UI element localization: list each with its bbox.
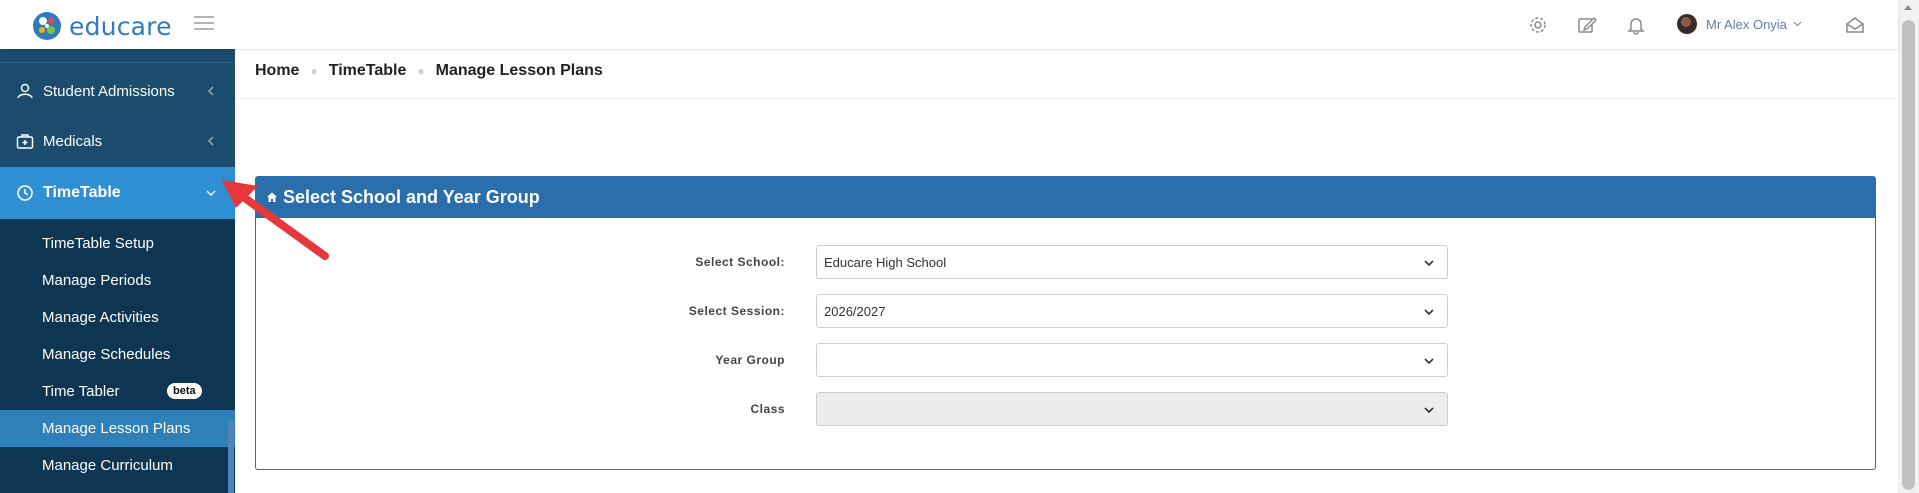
chevron-left-icon: [208, 136, 214, 146]
sidebar-item-label: Medicals: [43, 132, 103, 150]
chevron-down-icon: [1424, 407, 1434, 414]
school-label: Select School:: [695, 255, 785, 269]
chevron-left-icon: [208, 86, 214, 96]
annotation-arrow-icon: [222, 180, 329, 260]
top-bar: educare Mr Alex Onyia: [0, 0, 1898, 49]
clock-icon: [17, 185, 33, 201]
submenu-item-manage-activities[interactable]: Manage Activities: [0, 299, 235, 336]
breadcrumb-current: Manage Lesson Plans: [435, 62, 603, 79]
sidebar-item-timetable[interactable]: TimeTable: [0, 167, 235, 219]
form-row-year-group: Year Group: [256, 343, 1875, 377]
chevron-down-icon: [1424, 309, 1434, 316]
school-select[interactable]: Educare High School: [816, 245, 1448, 279]
edit-icon[interactable]: [1577, 15, 1597, 35]
envelope-open-icon[interactable]: [1845, 15, 1865, 35]
class-select[interactable]: [816, 392, 1448, 426]
sidebar-divider: [0, 62, 235, 63]
page-scrollbar-thumb[interactable]: [1902, 20, 1915, 490]
brand-name: educare: [69, 11, 172, 41]
logo-icon: [33, 12, 61, 40]
avatar: [1677, 14, 1697, 34]
breadcrumb: Home ● TimeTable ● Manage Lesson Plans: [255, 62, 603, 80]
submenu-item-manage-schedules[interactable]: Manage Schedules: [0, 336, 235, 373]
year-group-label: Year Group: [715, 353, 785, 367]
submenu-item-label: Time Tabler: [42, 383, 120, 400]
select-school-panel: Select School and Year Group Select Scho…: [255, 176, 1876, 470]
breadcrumb-home[interactable]: Home: [255, 62, 299, 80]
chevron-down-icon: [1793, 21, 1802, 27]
sidebar: Student Admissions Medicals TimeTable Ti…: [0, 49, 235, 493]
year-group-select[interactable]: [816, 343, 1448, 377]
submenu-item-time-tabler[interactable]: Time Tabler beta: [0, 373, 235, 410]
session-select-value: 2026/2027: [824, 303, 886, 319]
sidebar-item-label: Student Admissions: [43, 82, 175, 100]
submenu-item-label: TimeTable Setup: [42, 235, 155, 252]
submenu-item-manage-lesson-plans[interactable]: Manage Lesson Plans: [0, 410, 235, 447]
breadcrumb-timetable[interactable]: TimeTable: [329, 62, 407, 80]
chevron-down-icon: [1424, 358, 1434, 365]
panel-header: Select School and Year Group: [256, 177, 1875, 218]
menu-toggle-button[interactable]: [194, 16, 214, 30]
submenu-item-label: Manage Lesson Plans: [42, 420, 191, 437]
educare-logo[interactable]: educare: [32, 11, 172, 41]
timetable-submenu: TimeTable Setup Manage Periods Manage Ac…: [0, 219, 235, 493]
class-label: Class: [750, 402, 785, 416]
submenu-item-label: Manage Periods: [42, 272, 152, 289]
submenu-item-manage-curriculum[interactable]: Manage Curriculum: [0, 447, 235, 484]
submenu-item-label: Manage Schedules: [42, 346, 171, 363]
sidebar-item-label: TimeTable: [43, 184, 121, 201]
session-label: Select Session:: [688, 304, 785, 318]
bell-icon[interactable]: [1626, 15, 1646, 35]
form-row-class: Class: [256, 392, 1875, 426]
submenu-item-manage-periods[interactable]: Manage Periods: [0, 262, 235, 299]
breadcrumb-separator: ●: [417, 64, 425, 78]
form-row-session: Select Session: 2026/2027: [256, 294, 1875, 328]
breadcrumb-separator: ●: [310, 64, 318, 78]
student-icon: [17, 83, 33, 99]
beta-badge: beta: [167, 383, 202, 399]
chevron-down-icon: [1424, 260, 1434, 267]
submenu-item-timetable-setup[interactable]: TimeTable Setup: [0, 225, 235, 262]
submenu-item-label: Manage Curriculum: [42, 457, 173, 474]
gear-icon[interactable]: [1528, 15, 1548, 35]
page-scrollbar[interactable]: [1898, 0, 1919, 493]
breadcrumb-divider: [235, 98, 1898, 99]
form-row-school: Select School: Educare High School: [256, 245, 1875, 279]
sidebar-scrollbar[interactable]: [228, 420, 234, 493]
school-select-value: Educare High School: [824, 254, 947, 270]
user-name: Mr Alex Onyia: [1706, 16, 1787, 32]
session-select[interactable]: 2026/2027: [816, 294, 1448, 328]
user-menu[interactable]: Mr Alex Onyia: [1677, 14, 1802, 34]
submenu-item-label: Manage Activities: [42, 309, 159, 326]
medkit-icon: [16, 134, 34, 149]
sidebar-item-student-admissions[interactable]: Student Admissions: [0, 65, 235, 117]
scroll-up-arrow-icon[interactable]: [1904, 5, 1912, 10]
sidebar-item-medicals[interactable]: Medicals: [0, 115, 235, 167]
